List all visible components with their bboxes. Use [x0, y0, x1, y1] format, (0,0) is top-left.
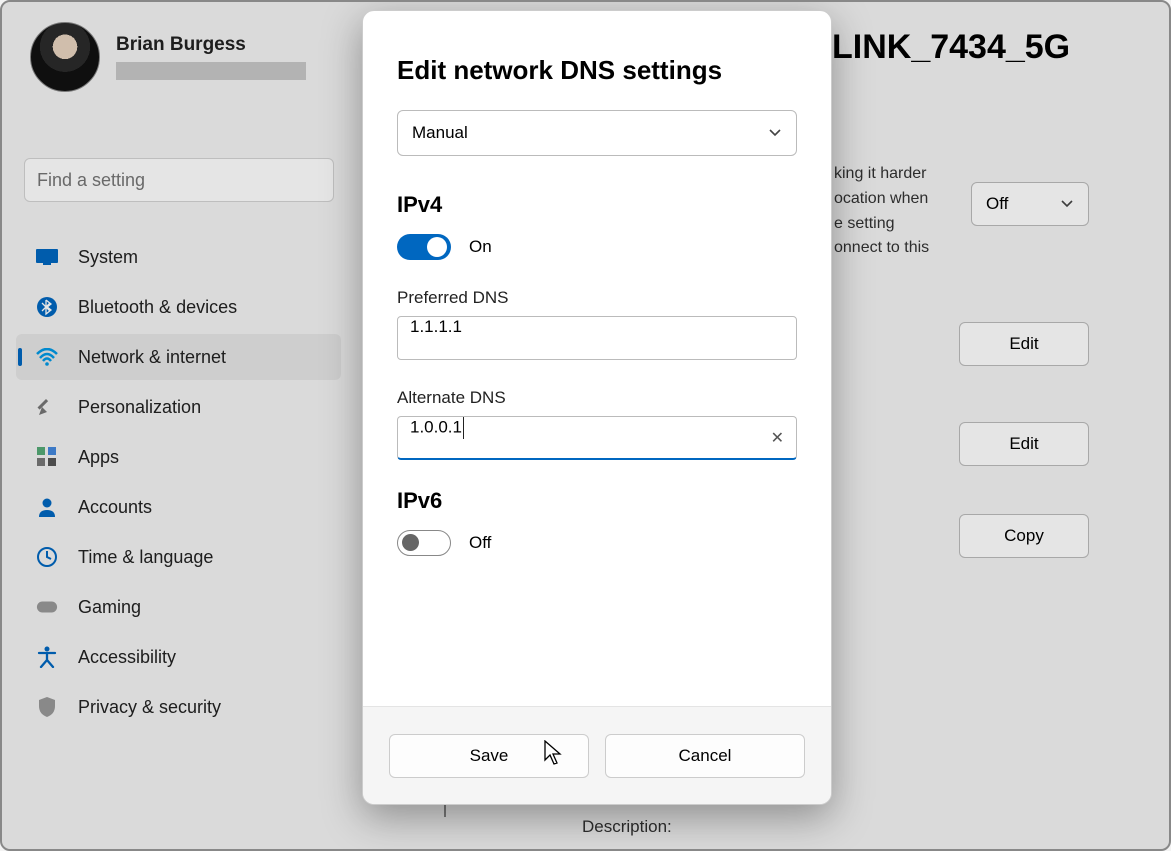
ipv4-toggle[interactable]: [397, 234, 451, 260]
dns-mode-value: Manual: [412, 123, 468, 143]
ipv4-toggle-label: On: [469, 237, 492, 257]
chevron-down-icon: [768, 123, 782, 143]
edit-dns-dialog: Edit network DNS settings Manual IPv4 On…: [362, 10, 832, 805]
alternate-dns-input[interactable]: 1.0.0.1 ✕: [397, 416, 797, 460]
ipv4-section-title: IPv4: [397, 192, 797, 218]
dialog-title: Edit network DNS settings: [397, 55, 797, 86]
mouse-cursor: [544, 740, 564, 771]
alternate-dns-value: 1.0.0.1: [410, 417, 462, 436]
preferred-dns-value: 1.1.1.1: [410, 317, 462, 336]
ipv6-toggle[interactable]: [397, 530, 451, 556]
ipv6-section-title: IPv6: [397, 488, 797, 514]
preferred-dns-input[interactable]: 1.1.1.1: [397, 316, 797, 360]
alternate-dns-label: Alternate DNS: [397, 388, 797, 408]
dns-mode-select[interactable]: Manual: [397, 110, 797, 156]
ipv6-toggle-label: Off: [469, 533, 491, 553]
cancel-button[interactable]: Cancel: [605, 734, 805, 778]
clear-input-icon[interactable]: ✕: [771, 428, 784, 448]
preferred-dns-label: Preferred DNS: [397, 288, 797, 308]
